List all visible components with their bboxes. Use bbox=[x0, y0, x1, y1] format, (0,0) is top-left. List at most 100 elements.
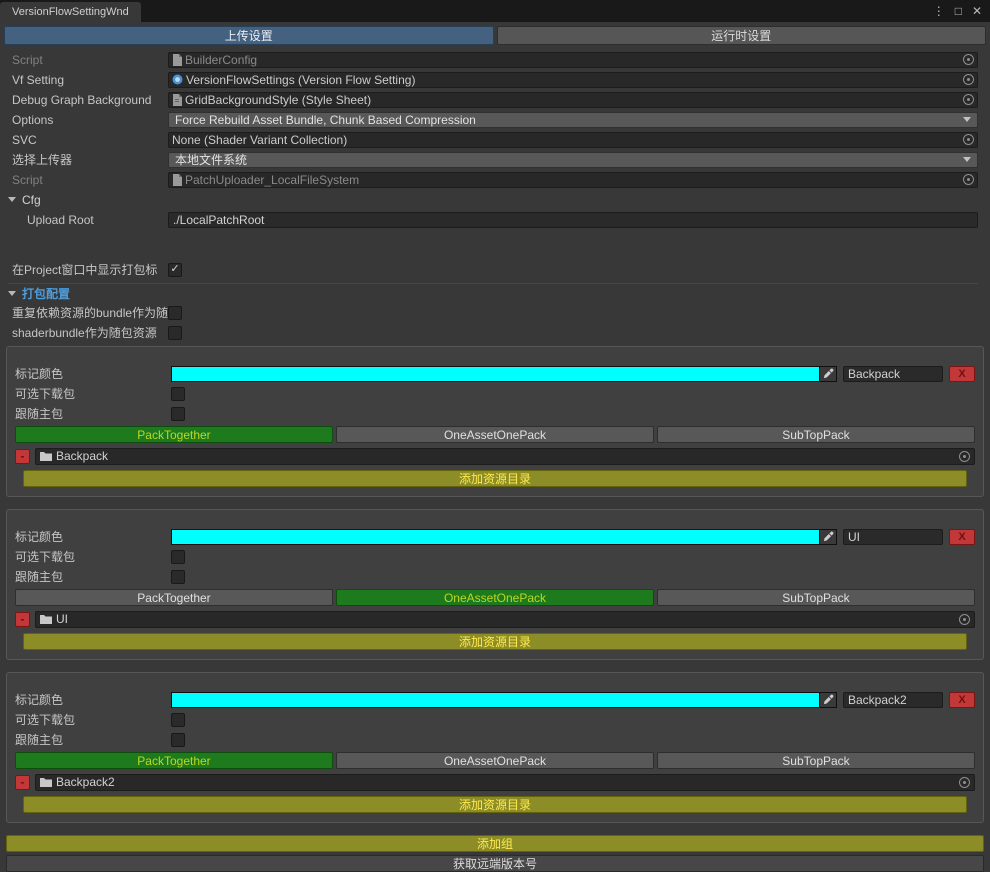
color-swatch[interactable] bbox=[171, 366, 820, 382]
foldout-arrow-icon bbox=[8, 291, 16, 296]
object-picker-icon[interactable] bbox=[959, 777, 970, 788]
pack-together-button[interactable]: PackTogether bbox=[15, 752, 333, 769]
maximize-icon[interactable]: □ bbox=[955, 5, 962, 17]
remove-directory-button[interactable]: - bbox=[15, 449, 30, 464]
directory-row: - Backpack bbox=[15, 447, 975, 465]
window-tab[interactable]: VersionFlowSettingWnd bbox=[0, 2, 141, 22]
show-mark-checkbox[interactable]: ✓ bbox=[168, 263, 182, 277]
field-label: SVC bbox=[12, 133, 168, 147]
directory-name: Backpack2 bbox=[56, 775, 115, 789]
follow-main-row: 跟随主包 bbox=[15, 404, 975, 423]
add-group-button[interactable]: 添加组 bbox=[6, 835, 984, 852]
uploader-script-object-field[interactable]: PatchUploader_LocalFileSystem bbox=[168, 172, 978, 188]
object-field-value: GridBackgroundStyle (Style Sheet) bbox=[185, 93, 371, 107]
one-asset-one-pack-button[interactable]: OneAssetOnePack bbox=[336, 752, 654, 769]
optional-download-checkbox[interactable] bbox=[171, 550, 185, 564]
debug-graph-object-field[interactable]: GridBackgroundStyle (Style Sheet) bbox=[168, 92, 978, 108]
follow-main-checkbox[interactable] bbox=[171, 733, 185, 747]
section-title: 打包配置 bbox=[22, 285, 70, 302]
shader-bundle-checkbox[interactable] bbox=[168, 326, 182, 340]
kebab-menu-icon[interactable]: ⋮ bbox=[933, 5, 945, 17]
object-picker-icon[interactable] bbox=[963, 174, 974, 185]
object-field-value: VersionFlowSettings (Version Flow Settin… bbox=[186, 73, 415, 87]
follow-main-checkbox[interactable] bbox=[171, 407, 185, 421]
tab-runtime-settings[interactable]: 运行时设置 bbox=[497, 26, 987, 45]
field-label: Script bbox=[12, 53, 168, 67]
titlebar-controls: ⋮ □ ✕ bbox=[933, 0, 990, 22]
uploader-row: 选择上传器 本地文件系统 bbox=[12, 150, 978, 169]
add-directory-button[interactable]: 添加资源目录 bbox=[23, 470, 967, 487]
remove-directory-button[interactable]: - bbox=[15, 775, 30, 790]
color-swatch[interactable] bbox=[171, 692, 820, 708]
folder-icon bbox=[40, 451, 52, 461]
toggle-label: 在Project窗口中显示打包标 bbox=[12, 261, 168, 278]
optional-download-checkbox[interactable] bbox=[171, 387, 185, 401]
field-label: Upload Root bbox=[12, 213, 168, 227]
delete-group-button[interactable]: X bbox=[949, 529, 975, 545]
sub-top-pack-button[interactable]: SubTopPack bbox=[657, 589, 975, 606]
group-name-input[interactable] bbox=[843, 529, 943, 545]
sub-top-pack-button[interactable]: SubTopPack bbox=[657, 752, 975, 769]
pack-together-button[interactable]: PackTogether bbox=[15, 426, 333, 443]
folder-icon bbox=[40, 777, 52, 787]
pack-together-button[interactable]: PackTogether bbox=[15, 589, 333, 606]
color-label: 标记颜色 bbox=[15, 365, 171, 382]
uploader-dropdown[interactable]: 本地文件系统 bbox=[168, 152, 978, 168]
svc-object-field[interactable]: None (Shader Variant Collection) bbox=[168, 132, 978, 148]
pack-group: 标记颜色 X 可选下载包 跟随主包 PackTogether OneAssetO… bbox=[6, 346, 984, 497]
delete-group-button[interactable]: X bbox=[949, 366, 975, 382]
pack-mode-row: PackTogether OneAssetOnePack SubTopPack bbox=[15, 426, 975, 443]
color-field[interactable] bbox=[171, 529, 837, 545]
eyedropper-icon bbox=[823, 694, 834, 705]
directory-object-field[interactable]: Backpack2 bbox=[35, 774, 975, 791]
directory-object-field[interactable]: Backpack bbox=[35, 448, 975, 465]
object-picker-icon[interactable] bbox=[963, 94, 974, 105]
follow-main-row: 跟随主包 bbox=[15, 730, 975, 749]
tab-upload-settings[interactable]: 上传设置 bbox=[4, 26, 494, 45]
sub-top-pack-button[interactable]: SubTopPack bbox=[657, 426, 975, 443]
close-icon[interactable]: ✕ bbox=[972, 5, 982, 17]
options-dropdown[interactable]: Force Rebuild Asset Bundle, Chunk Based … bbox=[168, 112, 978, 128]
color-field[interactable] bbox=[171, 366, 837, 382]
checkmark-icon: ✓ bbox=[170, 264, 179, 275]
dropdown-value: 本地文件系统 bbox=[175, 152, 247, 168]
dup-bundle-checkbox[interactable] bbox=[168, 306, 182, 320]
add-group-wrap: 添加组 bbox=[6, 835, 984, 852]
vf-setting-object-field[interactable]: VersionFlowSettings (Version Flow Settin… bbox=[168, 72, 978, 88]
upload-root-input[interactable] bbox=[168, 212, 978, 228]
directory-object-field[interactable]: UI bbox=[35, 611, 975, 628]
object-field-value: None (Shader Variant Collection) bbox=[172, 133, 347, 147]
optional-download-checkbox[interactable] bbox=[171, 713, 185, 727]
eyedropper-button[interactable] bbox=[820, 692, 837, 708]
one-asset-one-pack-button[interactable]: OneAssetOnePack bbox=[336, 589, 654, 606]
toggle-label: 跟随主包 bbox=[15, 731, 171, 748]
script-object-field[interactable]: BuilderConfig bbox=[168, 52, 978, 68]
color-swatch[interactable] bbox=[171, 529, 820, 545]
folder-icon bbox=[40, 614, 52, 624]
add-directory-button[interactable]: 添加资源目录 bbox=[23, 796, 967, 813]
eyedropper-button[interactable] bbox=[820, 366, 837, 382]
optional-download-row: 可选下载包 bbox=[15, 710, 975, 729]
cfg-foldout[interactable]: Cfg bbox=[8, 190, 978, 209]
color-row: 标记颜色 X bbox=[15, 527, 975, 546]
object-picker-icon[interactable] bbox=[963, 134, 974, 145]
object-picker-icon[interactable] bbox=[963, 54, 974, 65]
pack-config-foldout[interactable]: 打包配置 bbox=[8, 283, 978, 302]
add-directory-wrap: 添加资源目录 bbox=[23, 796, 967, 813]
toggle-label: 跟随主包 bbox=[15, 568, 171, 585]
eyedropper-button[interactable] bbox=[820, 529, 837, 545]
object-picker-icon[interactable] bbox=[959, 451, 970, 462]
color-row: 标记颜色 X bbox=[15, 364, 975, 383]
group-name-input[interactable] bbox=[843, 692, 943, 708]
delete-group-button[interactable]: X bbox=[949, 692, 975, 708]
remove-directory-button[interactable]: - bbox=[15, 612, 30, 627]
add-directory-button[interactable]: 添加资源目录 bbox=[23, 633, 967, 650]
color-field[interactable] bbox=[171, 692, 837, 708]
object-picker-icon[interactable] bbox=[959, 614, 970, 625]
group-name-input[interactable] bbox=[843, 366, 943, 382]
object-picker-icon[interactable] bbox=[963, 74, 974, 85]
field-label: Script bbox=[12, 173, 168, 187]
follow-main-checkbox[interactable] bbox=[171, 570, 185, 584]
one-asset-one-pack-button[interactable]: OneAssetOnePack bbox=[336, 426, 654, 443]
vf-setting-row: Vf Setting VersionFlowSettings (Version … bbox=[12, 70, 978, 89]
